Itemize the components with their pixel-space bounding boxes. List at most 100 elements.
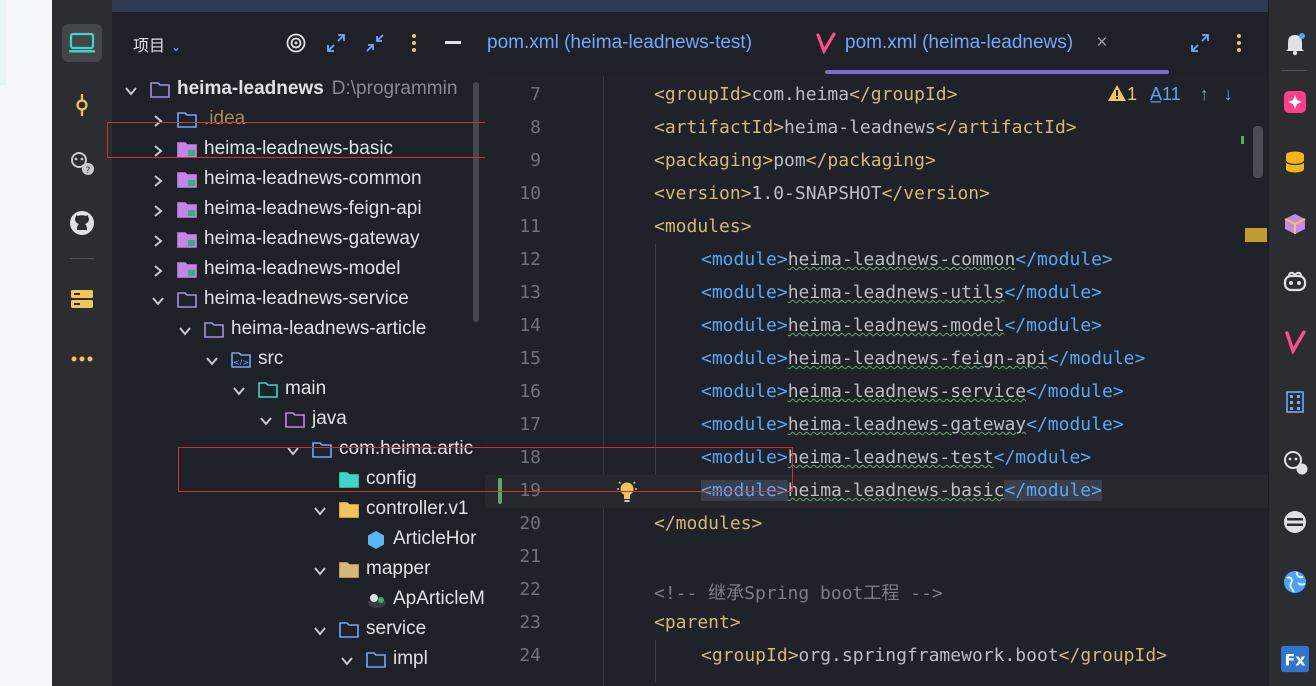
code-line[interactable]: 14 <module>heima-leadnews-model</module> [485, 310, 1268, 343]
tree-item[interactable]: service [112, 616, 485, 646]
chevron-down-icon[interactable] [205, 352, 219, 366]
chevron-right-icon[interactable] [151, 202, 165, 217]
code-line[interactable]: 12 <module>heima-leadnews-common</module> [485, 244, 1268, 277]
chevron-right-icon[interactable] [151, 262, 165, 277]
github-icon[interactable] [62, 204, 102, 242]
code-line[interactable]: 13 <module>heima-leadnews-utils</module> [485, 277, 1268, 310]
editor-scrollbar[interactable] [1253, 126, 1263, 178]
database-icon[interactable] [1281, 148, 1309, 176]
editor-tabs: pom.xml (heima-leadnews-test) pom.xml (h… [485, 12, 1268, 76]
tree-item-label: heima-leadnews [177, 78, 324, 99]
chevron-down-icon[interactable] [313, 562, 327, 576]
warning-count: 1 [1127, 84, 1138, 104]
tab-pom-root[interactable]: pom.xml (heima-leadnews) × [816, 32, 1107, 54]
tree-item[interactable]: controller.v1 [112, 496, 485, 526]
module-folder-icon [177, 260, 197, 280]
previous-highlight-icon[interactable]: ↑ [1200, 84, 1209, 104]
tree-item[interactable]: </> src [112, 346, 485, 376]
project-view-selector[interactable]: 项目 ⌄ [133, 32, 181, 56]
code-line[interactable]: 20 </modules> [485, 508, 1268, 541]
locate-file-icon[interactable] [285, 32, 307, 54]
editor-options-icon[interactable] [1228, 32, 1250, 54]
notifications-icon[interactable] [1281, 30, 1309, 58]
fx-plugin-icon[interactable]: Fx [1281, 645, 1309, 673]
code-line[interactable]: 21 [485, 541, 1268, 574]
plugin-box-icon[interactable] [1281, 210, 1309, 238]
structure-icon[interactable] [1281, 388, 1309, 416]
more-tools-icon[interactable] [62, 340, 102, 378]
line-number: 10 [519, 183, 541, 204]
tree-item[interactable]: mapper [112, 556, 485, 586]
tree-item-label: heima-leadnews-service [204, 288, 409, 309]
maven-tool-icon[interactable] [1281, 328, 1309, 356]
options-icon[interactable] [403, 32, 425, 54]
tree-item[interactable]: heima-leadnews-feign-api [112, 196, 485, 226]
tree-item[interactable]: heima-leadnews-service [112, 286, 485, 316]
line-number: 14 [519, 315, 541, 336]
code-line[interactable]: 9 <packaging>pom</packaging> [485, 145, 1268, 178]
xml-open-tag: </modules> [654, 513, 763, 534]
xml-open-tag: <parent> [654, 612, 741, 633]
code-content: <groupId>com.heima</groupId> [654, 84, 957, 105]
warning-marker[interactable] [1245, 228, 1267, 242]
code-editor[interactable]: 7 <groupId>com.heima</groupId> 8 <artifactI… [485, 76, 1268, 686]
ai-assistant-icon[interactable]: ? [62, 144, 102, 182]
chevron-down-icon[interactable] [232, 382, 246, 396]
tree-item[interactable]: heima-leadnews-model [112, 256, 485, 286]
code-line[interactable]: 24 <groupId>org.springframework.boot</gro… [485, 640, 1268, 673]
expand-all-icon[interactable] [325, 32, 347, 54]
collapse-all-icon[interactable] [364, 32, 386, 54]
tree-item[interactable]: heima-leadnews D:\programmin [112, 76, 485, 106]
xml-close-tag: </module> [1004, 315, 1102, 336]
chevron-down-icon[interactable] [124, 82, 138, 96]
code-line[interactable]: 8 <artifactId>heima-leadnews</artifactId> [485, 112, 1268, 145]
close-tab-icon[interactable]: × [1096, 32, 1107, 53]
chevron-down-icon[interactable] [178, 322, 192, 336]
tree-item[interactable]: heima-leadnews-gateway [112, 226, 485, 256]
code-line[interactable]: 11 <modules> [485, 211, 1268, 244]
web-globe-icon[interactable] [1281, 568, 1309, 596]
chevron-down-icon[interactable] [313, 502, 327, 516]
project-scrollbar[interactable] [473, 82, 479, 322]
code-line[interactable]: 17 <module>heima-leadnews-gateway</module… [485, 409, 1268, 442]
xml-value: pom [773, 150, 806, 171]
tree-item[interactable]: main [112, 376, 485, 406]
tree-item[interactable]: heima-leadnews-common [112, 166, 485, 196]
tool-separator [70, 258, 94, 259]
tree-item[interactable]: ApArticleM [112, 586, 485, 616]
code-line[interactable]: 10 <version>1.0-SNAPSHOT</version> [485, 178, 1268, 211]
hide-panel-icon[interactable] [442, 32, 464, 54]
endpoints-icon[interactable] [1281, 508, 1309, 536]
maximize-editor-icon[interactable] [1189, 32, 1211, 54]
tree-item[interactable]: java [112, 406, 485, 436]
chevron-down-icon[interactable] [151, 292, 165, 306]
code-line[interactable]: 16 <module>heima-leadnews-service</module… [485, 376, 1268, 409]
typo-count: 11 [1162, 84, 1181, 104]
project-tool-icon[interactable] [62, 24, 102, 62]
tab-pom-test[interactable]: pom.xml (heima-leadnews-test) [487, 32, 752, 54]
chevron-down-icon[interactable] [313, 622, 327, 636]
tree-item[interactable]: heima-leadnews-article [112, 316, 485, 346]
tree-item[interactable]: ArticleHor [112, 526, 485, 556]
copilot-icon[interactable] [1281, 268, 1309, 296]
tree-item[interactable]: impl [112, 646, 485, 676]
chevron-right-icon[interactable] [151, 172, 165, 187]
code-line[interactable]: 15 <module>heima-leadnews-feign-api</modu… [485, 343, 1268, 376]
chevron-down-icon[interactable] [259, 412, 273, 426]
line-number: 8 [530, 117, 541, 138]
commit-icon[interactable] [62, 86, 102, 124]
tree-item-label: ArticleHor [393, 528, 477, 549]
chevron-down-icon[interactable] [340, 652, 354, 666]
chevron-right-icon[interactable] [151, 232, 165, 247]
code-line[interactable]: 23 <parent> [485, 607, 1268, 640]
xml-value: 1.0-SNAPSHOT [751, 183, 882, 204]
ai-plugin-icon[interactable] [1281, 88, 1309, 116]
inspection-widget[interactable]: 1 A̲11 ↑ ↓ [1107, 84, 1233, 105]
svg-text:?: ? [86, 166, 91, 176]
svg-text:</>: </> [233, 358, 249, 367]
maven-icon [816, 32, 836, 54]
services-icon[interactable] [62, 280, 102, 318]
code-line[interactable]: 22 <!-- 继承Spring boot工程 --> [485, 574, 1268, 607]
next-highlight-icon[interactable]: ↓ [1224, 84, 1233, 104]
ai-chat-icon[interactable] [1281, 448, 1309, 476]
